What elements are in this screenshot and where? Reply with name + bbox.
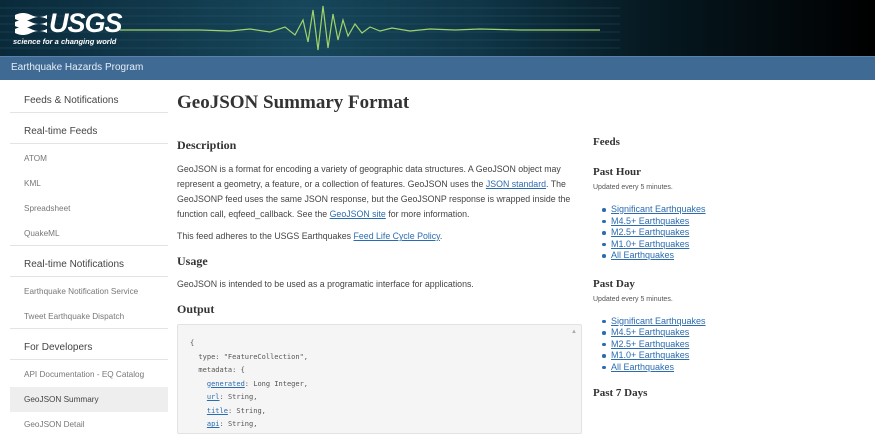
policy-text-1: This feed adheres to the USGS Earthquake… — [177, 231, 354, 241]
feed-updated-note: Updated every 5 minutes. — [593, 184, 673, 191]
code-line: type: "FeatureCollection", — [190, 352, 309, 361]
feed-link-all[interactable]: All Earthquakes — [611, 250, 674, 260]
sidebar-item-kml[interactable]: KML — [10, 171, 168, 196]
code-content: { type: "FeatureCollection", metadata: {… — [178, 325, 581, 432]
program-title[interactable]: Earthquake Hazards Program — [11, 62, 143, 73]
usage-heading: Usage — [177, 254, 208, 268]
feed-link-m25[interactable]: M2.5+ Earthquakes — [611, 339, 689, 349]
sidebar-nav: Feeds & Notifications Real-time Feeds AT… — [10, 88, 168, 434]
feed-group-past-7-days: Past 7 Days — [593, 387, 648, 399]
sidebar-item-tweet-dispatch[interactable]: Tweet Earthquake Dispatch — [10, 304, 168, 329]
code-value: : String, — [219, 393, 258, 401]
code-line: metadata: { — [190, 366, 245, 374]
feed-link-m25[interactable]: M2.5+ Earthquakes — [611, 227, 689, 237]
seismogram-banner — [0, 0, 875, 56]
main-content: GeoJSON Summary Format Description GeoJS… — [177, 92, 582, 317]
code-key-api[interactable]: api — [207, 420, 220, 428]
list-item: All Earthquakes — [602, 250, 863, 262]
list-item: M4.5+ Earthquakes — [602, 216, 863, 228]
description-text-3: for more information. — [385, 209, 470, 219]
policy-text-2: . — [439, 231, 443, 241]
feeds-column: Feeds Past Hour Updated every 5 minutes.… — [593, 136, 863, 399]
policy-paragraph: This feed adheres to the USGS Earthquake… — [177, 229, 582, 244]
list-item: Significant Earthquakes — [602, 204, 863, 216]
list-item: All Earthquakes — [602, 362, 863, 374]
usgs-logo[interactable]: USGS science for a changing world — [13, 8, 123, 50]
usage-paragraph: GeoJSON is intended to be used as a prog… — [177, 279, 474, 289]
list-item: M4.5+ Earthquakes — [602, 327, 863, 339]
site-header: USGS science for a changing world — [0, 0, 875, 56]
description-heading: Description — [177, 138, 237, 152]
usgs-wave-icon — [15, 13, 47, 35]
feed-list-past-day: Significant Earthquakes M4.5+ Earthquake… — [593, 316, 863, 374]
output-heading: Output — [177, 302, 215, 316]
feed-list-past-hour: Significant Earthquakes M4.5+ Earthquake… — [593, 204, 863, 262]
sidebar-item-api-docs[interactable]: API Documentation - EQ Catalog — [10, 362, 168, 387]
logo-tagline: science for a changing world — [13, 37, 117, 46]
sidebar-item-realtime-feeds[interactable]: Real-time Feeds — [10, 119, 168, 144]
code-key-title[interactable]: title — [207, 407, 228, 415]
feed-link-all[interactable]: All Earthquakes — [611, 362, 674, 372]
sidebar-item-realtime-notifications[interactable]: Real-time Notifications — [10, 252, 168, 277]
list-item: M1.0+ Earthquakes — [602, 350, 863, 362]
feed-link-m45[interactable]: M4.5+ Earthquakes — [611, 327, 689, 337]
feed-group-past-day: Past Day — [593, 277, 635, 290]
feed-link-m10[interactable]: M1.0+ Earthquakes — [611, 350, 689, 360]
sidebar-item-feeds-notifications[interactable]: Feeds & Notifications — [10, 88, 168, 113]
feed-link-significant[interactable]: Significant Earthquakes — [611, 204, 706, 214]
code-key-generated[interactable]: generated — [207, 380, 245, 388]
feed-link-m45[interactable]: M4.5+ Earthquakes — [611, 216, 689, 226]
list-item: M1.0+ Earthquakes — [602, 239, 863, 251]
feed-link-significant[interactable]: Significant Earthquakes — [611, 316, 706, 326]
feed-lifecycle-policy-link[interactable]: Feed Life Cycle Policy — [354, 231, 440, 241]
sidebar-item-geojson-summary[interactable]: GeoJSON Summary — [10, 387, 168, 412]
list-item: M2.5+ Earthquakes — [602, 227, 863, 239]
feed-link-m10[interactable]: M1.0+ Earthquakes — [611, 239, 689, 249]
logo-wordmark: USGS — [49, 8, 123, 38]
feeds-title: Feeds — [593, 136, 620, 148]
sidebar-item-for-developers[interactable]: For Developers — [10, 335, 168, 360]
json-standard-link[interactable]: JSON standard — [486, 179, 546, 189]
sidebar-item-notification-service[interactable]: Earthquake Notification Service — [10, 279, 168, 304]
code-value: : Long Integer, — [244, 379, 309, 388]
list-item: Significant Earthquakes — [602, 316, 863, 328]
code-value: : String, — [219, 420, 258, 428]
sidebar-item-spreadsheet[interactable]: Spreadsheet — [10, 196, 168, 221]
sidebar-item-quakeml[interactable]: QuakeML — [10, 221, 168, 246]
feed-updated-note: Updated every 5 minutes. — [593, 295, 673, 303]
feed-group-past-hour: Past Hour — [593, 166, 641, 178]
code-line: { — [190, 339, 195, 347]
list-item: M2.5+ Earthquakes — [602, 339, 863, 351]
program-bar: Earthquake Hazards Program — [0, 56, 875, 80]
sidebar-item-atom[interactable]: ATOM — [10, 146, 168, 171]
scroll-up-icon[interactable]: ▲ — [571, 329, 577, 335]
output-code-block[interactable]: ▲ { type: "FeatureCollection", metadata:… — [177, 324, 582, 434]
code-key-url[interactable]: url — [207, 393, 220, 401]
geojson-site-link[interactable]: GeoJSON site — [330, 209, 386, 219]
code-value: : String, — [227, 406, 266, 415]
description-paragraph: GeoJSON is a format for encoding a varie… — [177, 162, 582, 222]
page-title: GeoJSON Summary Format — [177, 92, 410, 113]
sidebar-item-geojson-detail[interactable]: GeoJSON Detail — [10, 412, 168, 434]
